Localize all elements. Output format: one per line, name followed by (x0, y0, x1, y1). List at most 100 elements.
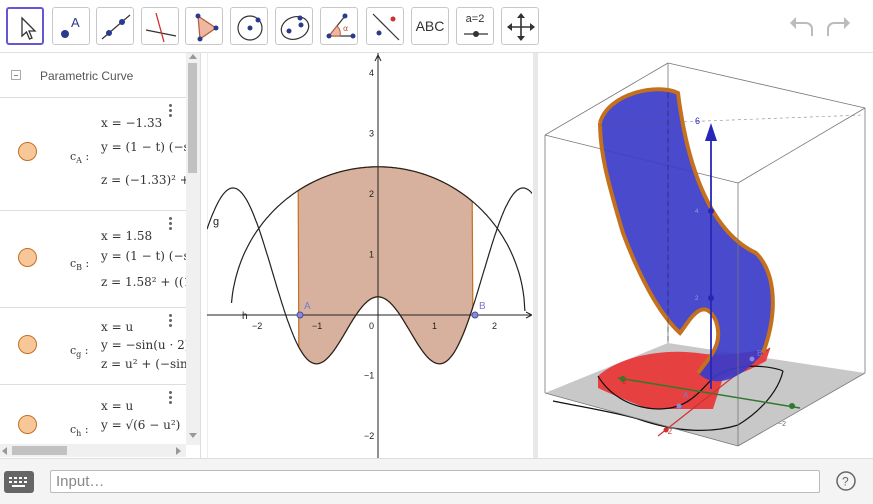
floor-label: −2 (778, 421, 786, 428)
algebra-row-ch[interactable]: ch : x = u y = √(6 − u²) (0, 385, 186, 443)
label-g: g (213, 216, 219, 228)
toolbar: A α ABC a=2 (0, 0, 873, 53)
more-options-icon[interactable] (169, 217, 173, 232)
shaded-integral-region (297, 166, 474, 365)
input-bar: Input… ? (0, 458, 873, 504)
scroll-thumb[interactable] (188, 63, 197, 173)
point-b-3d[interactable] (749, 356, 755, 362)
point-tool-button[interactable]: A (52, 7, 90, 45)
x-tick-label: −2 (252, 321, 262, 331)
visibility-toggle[interactable] (18, 248, 37, 267)
slider-tool-button[interactable]: a=2 (456, 7, 494, 45)
circle-icon (237, 15, 263, 41)
y-tick-label: 3 (369, 129, 374, 139)
y-tick-label: −1 (364, 371, 374, 381)
y-tick-label: 1 (369, 250, 374, 260)
visibility-toggle[interactable] (18, 142, 37, 161)
more-options-icon[interactable] (169, 391, 173, 406)
redo-icon[interactable] (822, 12, 854, 42)
equation-line: y = √(6 − u²) (101, 418, 181, 432)
z-axis-label: 6 (695, 116, 700, 126)
point-a[interactable] (296, 311, 304, 319)
undo-icon[interactable] (786, 12, 818, 42)
line-tool-button[interactable] (96, 7, 134, 45)
x-tick-label: 1 (432, 321, 437, 331)
slider-icon (464, 31, 488, 37)
point-b-3d-label: B (757, 349, 762, 358)
perpendicular-tool-button[interactable] (141, 7, 179, 45)
equation-line: y = (1 − t) (−s (101, 140, 186, 154)
horizontal-scrollbar[interactable] (0, 444, 186, 457)
svg-text:A: A (71, 15, 80, 30)
x-tick-label: 0 (369, 321, 374, 331)
label-h: h (242, 311, 248, 322)
equation-line: x = 1.58 (101, 229, 153, 243)
graphics-view-2d[interactable]: −2 −1 0 1 2 4 3 2 1 −1 −2 g h A B (207, 53, 532, 458)
scroll-left-icon[interactable] (2, 447, 8, 455)
algebra-view: Parametric Curve cA : x = −1.33 y = (1 −… (0, 53, 201, 458)
scroll-down-icon[interactable] (189, 433, 197, 439)
equation-line: y = −sin(u · 2) (101, 338, 186, 352)
equation-line: x = −1.33 (101, 116, 163, 130)
equation-line: z = u² + (−sin (101, 357, 186, 371)
text-tool-button[interactable]: ABC (411, 7, 449, 45)
x-tick-label: 2 (492, 321, 497, 331)
angle-tool-button[interactable]: α (320, 7, 358, 45)
polygon-tool-button[interactable] (185, 7, 223, 45)
group-title: Parametric Curve (40, 69, 134, 83)
text-tool-label: ABC (415, 18, 445, 34)
scroll-thumb[interactable] (12, 446, 67, 455)
object-label: cg : (70, 344, 89, 360)
move-arrows-icon (507, 13, 535, 41)
point-b-label: B (479, 301, 486, 312)
collapse-icon[interactable] (11, 70, 21, 80)
point-icon: A (61, 15, 80, 38)
line-icon (101, 14, 131, 40)
point-a-3d-label: A (683, 391, 689, 400)
perpendicular-line-icon (145, 12, 177, 43)
help-icon[interactable]: ? (835, 470, 857, 492)
algebra-group-header: Parametric Curve (0, 53, 186, 98)
point-b[interactable] (471, 311, 479, 319)
move-view-tool-button[interactable] (501, 7, 539, 45)
more-options-icon[interactable] (169, 104, 173, 119)
y-tick-label: 4 (369, 68, 374, 78)
point-a-label: A (304, 301, 311, 312)
vertical-scrollbar[interactable] (186, 53, 200, 445)
circle-tool-button[interactable] (230, 7, 268, 45)
object-label: ch : (70, 423, 89, 439)
equation-line: z = (−1.33)² + (101, 173, 186, 187)
polygon-icon (195, 13, 219, 42)
reflect-icon (372, 13, 400, 41)
floor-label: −2 (663, 427, 673, 436)
keyboard-icon[interactable] (4, 471, 34, 493)
object-label: cA : (70, 150, 90, 166)
svg-text:α: α (343, 24, 348, 33)
y-tick-label: 2 (369, 189, 374, 199)
graphics-view-3d[interactable]: 6 4 2 2 −2 −2 A B (538, 53, 873, 458)
algebra-row-cg[interactable]: cg : x = u y = −sin(u · 2) z = u² + (−si… (0, 308, 186, 385)
angle-icon: α (326, 13, 356, 39)
ellipse-icon (280, 15, 310, 40)
conic-tool-button[interactable] (275, 7, 313, 45)
visibility-toggle[interactable] (18, 415, 37, 434)
algebra-row-cb[interactable]: cB : x = 1.58 y = (1 − t) (−s z = 1.58² … (0, 211, 186, 308)
scroll-up-icon[interactable] (189, 54, 197, 60)
input-field[interactable]: Input… (50, 470, 820, 493)
scroll-right-icon[interactable] (176, 447, 182, 455)
algebra-row-ca[interactable]: cA : x = −1.33 y = (1 − t) (−s z = (−1.3… (0, 98, 186, 211)
y-tick-label: −2 (364, 431, 374, 441)
reflect-tool-button[interactable] (366, 7, 404, 45)
more-options-icon[interactable] (169, 314, 173, 329)
equation-line: y = (1 − t) (−s (101, 249, 186, 263)
move-tool-button[interactable] (6, 7, 44, 45)
visibility-toggle[interactable] (18, 335, 37, 354)
point-a-3d[interactable] (676, 403, 682, 409)
z-axis-arrow-icon (705, 123, 717, 141)
equation-line: x = u (101, 399, 134, 413)
svg-text:?: ? (842, 475, 849, 489)
x-tick-label: −1 (312, 321, 322, 331)
floor-label: 2 (622, 376, 627, 386)
equation-line: x = u (101, 320, 134, 334)
pointer-icon (21, 16, 37, 40)
